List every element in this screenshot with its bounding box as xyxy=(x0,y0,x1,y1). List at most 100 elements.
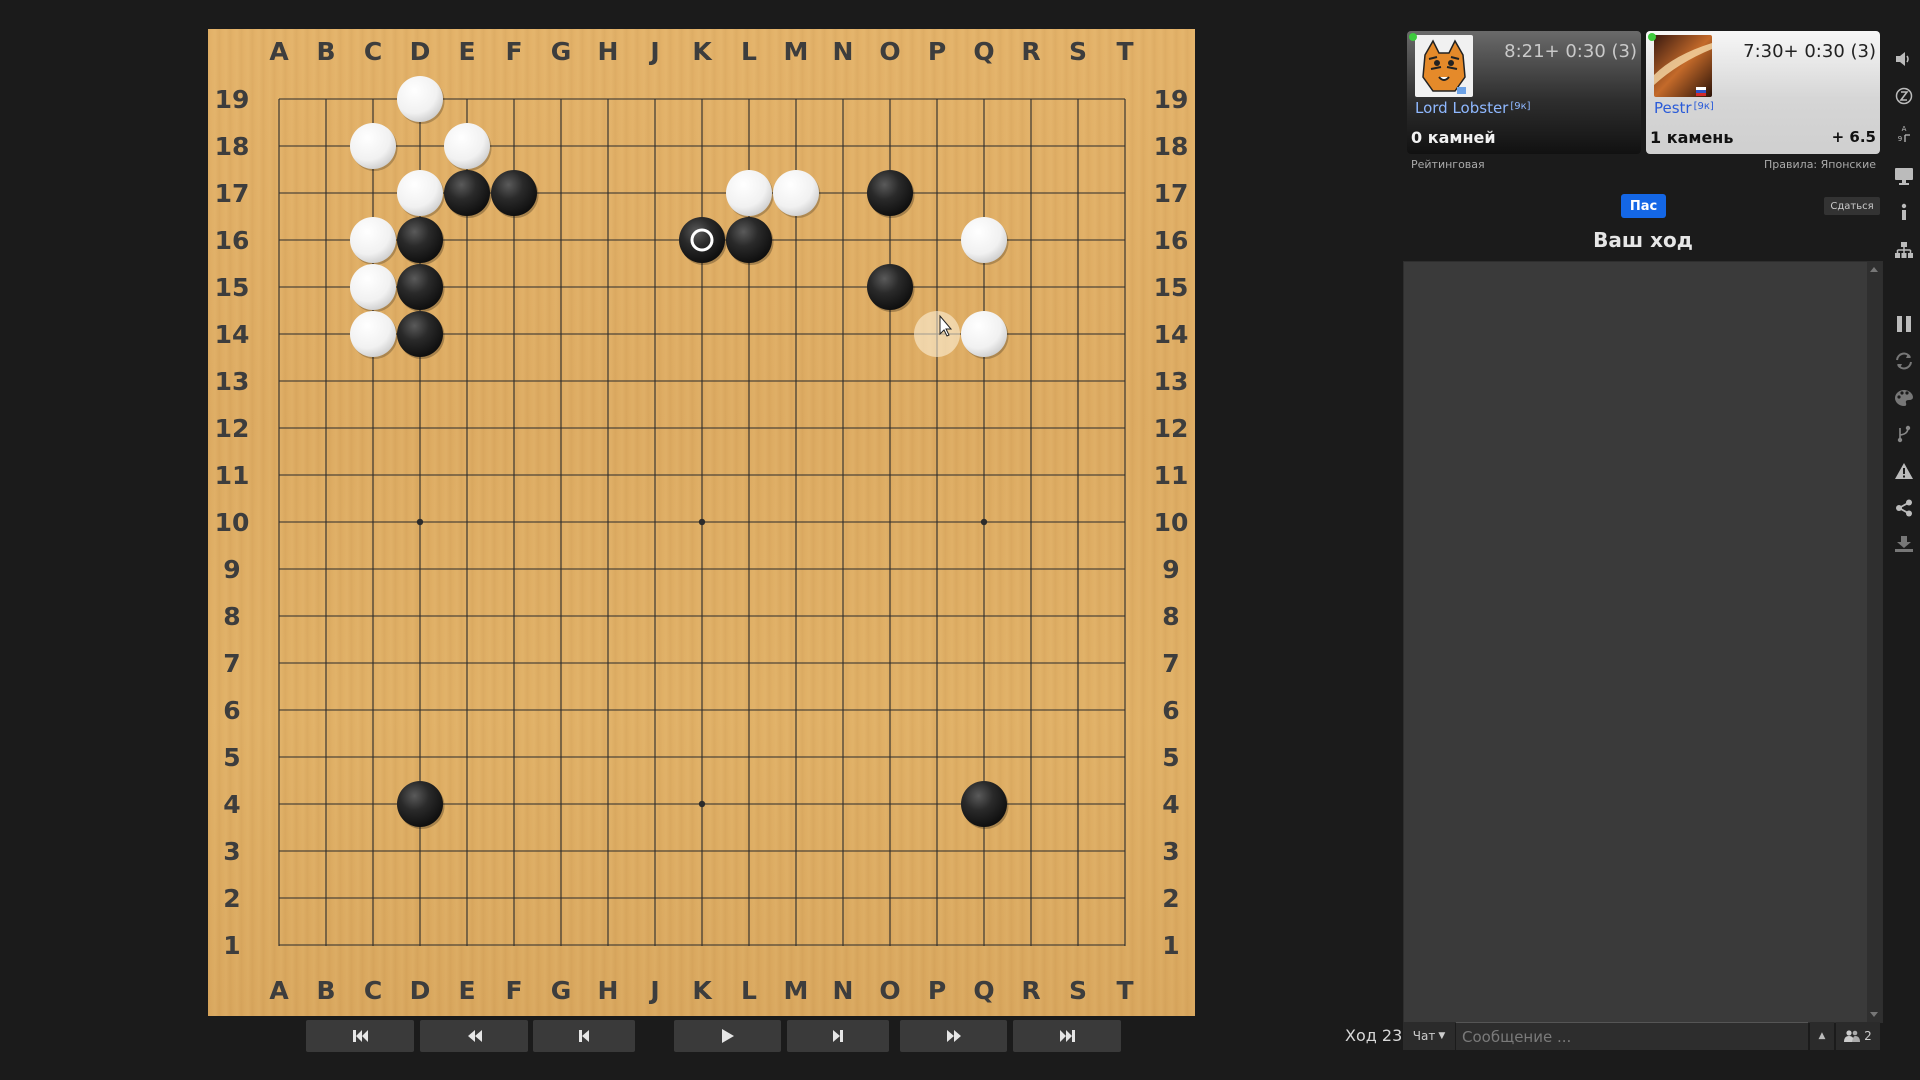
chat-channel-select[interactable]: Чат ▼ xyxy=(1403,1022,1455,1050)
row-label-right: 14 xyxy=(1154,320,1189,349)
white-stone[interactable] xyxy=(350,264,396,310)
resign-button[interactable]: Сдаться xyxy=(1824,197,1880,215)
white-stone[interactable] xyxy=(961,311,1007,357)
step-forward-icon xyxy=(832,1030,843,1042)
next-move-button[interactable] xyxy=(787,1020,889,1052)
chat-scrollbar[interactable] xyxy=(1867,262,1882,1022)
black-stone[interactable] xyxy=(867,264,913,310)
white-online-indicator xyxy=(1648,33,1656,41)
star-point xyxy=(980,518,988,526)
column-label-top: O xyxy=(879,37,900,66)
row-label-left: 19 xyxy=(215,85,250,114)
row-label-left: 8 xyxy=(223,602,240,631)
black-stone[interactable] xyxy=(444,170,490,216)
white-stone[interactable] xyxy=(773,170,819,216)
warning-icon[interactable] xyxy=(1893,460,1915,482)
skip-to-start-icon xyxy=(352,1030,368,1042)
play-icon xyxy=(722,1029,734,1043)
row-label-left: 17 xyxy=(215,179,250,208)
column-label-top: Q xyxy=(973,37,994,66)
pause-icon[interactable] xyxy=(1893,313,1915,335)
black-stone[interactable] xyxy=(867,170,913,216)
volume-icon[interactable] xyxy=(1893,48,1915,70)
row-label-right: 6 xyxy=(1162,696,1179,725)
step-backward-icon xyxy=(578,1030,589,1042)
white-stone[interactable] xyxy=(726,170,772,216)
row-label-right: 7 xyxy=(1162,649,1179,678)
forward-ten-button[interactable] xyxy=(900,1020,1007,1052)
zen-mode-icon[interactable] xyxy=(1893,85,1915,107)
scroll-up-icon[interactable] xyxy=(1870,267,1878,272)
presentation-icon[interactable] xyxy=(1893,165,1915,187)
column-label-bottom: A xyxy=(269,976,289,1005)
black-clock: 8:21+ 0:30 (3) xyxy=(1504,41,1637,62)
refresh-icon[interactable] xyxy=(1893,350,1915,372)
column-label-top: M xyxy=(784,37,809,66)
row-label-right: 8 xyxy=(1162,602,1179,631)
column-label-bottom: M xyxy=(784,976,809,1005)
column-label-bottom: B xyxy=(316,976,335,1005)
tree-icon[interactable] xyxy=(1893,239,1915,261)
row-label-left: 4 xyxy=(223,790,240,819)
black-player-name[interactable]: Lord Lobster [9к] xyxy=(1415,99,1531,117)
chat-message-input[interactable] xyxy=(1456,1022,1808,1050)
chevron-up-icon: ▲ xyxy=(1818,1031,1826,1041)
last-move-button[interactable] xyxy=(1013,1020,1121,1052)
column-label-top: K xyxy=(692,37,713,66)
white-player-card[interactable]: 7:30+ 0:30 (3) Pestr [9к] 1 камень + 6.5 xyxy=(1646,31,1880,154)
white-stone[interactable] xyxy=(397,76,443,122)
row-label-right: 16 xyxy=(1154,226,1189,255)
white-stone[interactable] xyxy=(350,123,396,169)
black-stone[interactable] xyxy=(679,217,725,263)
white-player-rank: [9к] xyxy=(1693,101,1714,112)
board-grid[interactable]: AABBCCDDEEFFGGHHJJKKLLMMNNOOPPQQRRSSTT19… xyxy=(208,29,1195,1016)
star-point xyxy=(416,518,424,526)
komi-value: + 6.5 xyxy=(1831,128,1876,146)
info-icon[interactable] xyxy=(1893,201,1915,223)
black-stone[interactable] xyxy=(961,781,1007,827)
column-label-bottom: J xyxy=(648,976,659,1005)
black-stone[interactable] xyxy=(397,781,443,827)
black-stone[interactable] xyxy=(397,217,443,263)
go-board[interactable]: A A B B C C D D E E F F G G H H J J K K L L M M N N O O P P Q Q R R S S T T 19… xyxy=(208,29,1195,1016)
move-number: Ход 23 xyxy=(1345,1026,1403,1045)
users-button[interactable]: 2 xyxy=(1836,1022,1880,1050)
branch-icon[interactable] xyxy=(1893,423,1915,445)
white-stone[interactable] xyxy=(350,311,396,357)
white-stone[interactable] xyxy=(350,217,396,263)
black-stone[interactable] xyxy=(397,264,443,310)
black-stone[interactable] xyxy=(397,311,443,357)
black-stone[interactable] xyxy=(726,217,772,263)
chat-channel-label: Чат xyxy=(1412,1029,1436,1043)
white-stone[interactable] xyxy=(444,123,490,169)
column-label-top: R xyxy=(1021,37,1040,66)
white-stone[interactable] xyxy=(397,170,443,216)
download-icon[interactable] xyxy=(1893,533,1915,555)
scroll-down-icon[interactable] xyxy=(1870,1012,1878,1017)
coordinates-icon[interactable]: A9 xyxy=(1893,123,1915,145)
chat-expand-button[interactable]: ▲ xyxy=(1810,1022,1834,1050)
black-stone[interactable] xyxy=(491,170,537,216)
chat-log[interactable] xyxy=(1403,261,1883,1023)
column-label-bottom: F xyxy=(505,976,522,1005)
pass-button[interactable]: Пас xyxy=(1621,194,1666,218)
black-online-indicator xyxy=(1409,33,1417,41)
white-captures: 1 камень xyxy=(1650,128,1734,147)
row-label-right: 19 xyxy=(1154,85,1189,114)
row-label-left: 13 xyxy=(215,367,250,396)
play-button[interactable] xyxy=(674,1020,781,1052)
white-stone[interactable] xyxy=(961,217,1007,263)
column-label-top: G xyxy=(551,37,572,66)
first-move-button[interactable] xyxy=(306,1020,414,1052)
share-icon[interactable] xyxy=(1893,497,1915,519)
back-ten-button[interactable] xyxy=(420,1020,528,1052)
previous-move-button[interactable] xyxy=(533,1020,635,1052)
palette-icon[interactable] xyxy=(1893,387,1915,409)
hover-stone xyxy=(914,311,960,357)
column-label-bottom: L xyxy=(741,976,757,1005)
column-label-top: H xyxy=(598,37,619,66)
row-label-right: 12 xyxy=(1154,414,1189,443)
white-player-name[interactable]: Pestr [9к] xyxy=(1654,99,1714,117)
column-label-bottom: P xyxy=(928,976,946,1005)
black-player-card[interactable]: 8:21+ 0:30 (3) Lord Lobster [9к] 0 камней xyxy=(1407,31,1641,154)
